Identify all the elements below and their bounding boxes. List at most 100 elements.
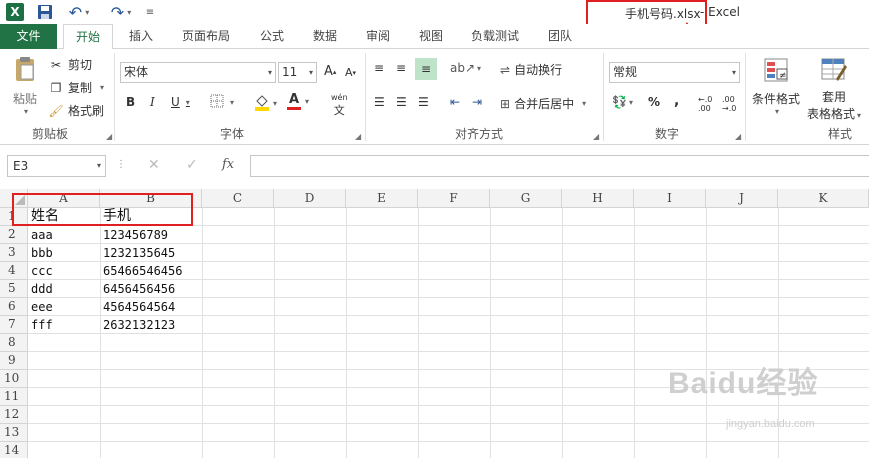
font-name-select[interactable]: 宋体 ▾	[120, 62, 276, 83]
bold-button[interactable]: B	[126, 95, 135, 109]
comma-button[interactable]: ,	[674, 93, 679, 109]
name-box[interactable]: E3 ▾	[7, 155, 106, 177]
format-painter-button[interactable]: 🖌 格式刷	[48, 102, 104, 119]
column-header-f[interactable]: F	[418, 189, 490, 208]
insert-function-button[interactable]: fx	[222, 157, 234, 172]
increase-indent-button[interactable]: ⇥	[472, 95, 482, 109]
redo-icon[interactable]: ↷ ▾	[106, 3, 136, 22]
phonetic-button[interactable]: wén 文	[331, 93, 348, 118]
alignment-launcher-icon[interactable]: ◢	[593, 132, 599, 141]
cell-a2[interactable]: aaa	[28, 226, 53, 244]
column-header-e[interactable]: E	[346, 189, 418, 208]
font-color-button[interactable]: A ▾	[287, 93, 309, 110]
save-icon[interactable]	[36, 3, 54, 21]
font-launcher-icon[interactable]: ◢	[355, 132, 361, 141]
cell-a3[interactable]: bbb	[28, 244, 53, 262]
number-format-select[interactable]: 常规 ▾	[609, 62, 740, 83]
tab-home[interactable]: 开始	[63, 24, 113, 50]
row-header[interactable]: 10	[0, 370, 28, 388]
cell-b2[interactable]: 123456789	[100, 226, 168, 244]
row-header[interactable]: 14	[0, 442, 28, 458]
cut-button[interactable]: ✂ 剪切	[48, 56, 92, 73]
align-top-button[interactable]: ≡	[374, 61, 384, 75]
enter-icon[interactable]: ✓	[186, 157, 198, 173]
chevron-down-icon: ▾	[185, 97, 190, 107]
decrease-indent-button[interactable]: ⇤	[450, 95, 460, 109]
row-header[interactable]: 8	[0, 334, 28, 352]
align-center-button[interactable]: ☰	[396, 95, 407, 109]
decrease-indent-icon: ⇤	[450, 95, 461, 109]
grow-font-button[interactable]: A ▴	[324, 64, 336, 79]
number-launcher-icon[interactable]: ◢	[735, 132, 741, 141]
undo-icon[interactable]: ↶ ▾	[64, 3, 94, 22]
tab-data[interactable]: 数据	[311, 24, 339, 49]
cell-b5[interactable]: 6456456456	[100, 280, 175, 298]
merge-center-button[interactable]: ⊞ 合并后居中 ▾	[500, 95, 586, 112]
column-header-i[interactable]: I	[634, 189, 706, 208]
copy-button[interactable]: ❐ 复制 ▾	[48, 79, 104, 96]
column-header-c[interactable]: C	[202, 189, 274, 208]
wrap-text-button[interactable]: ⇌ 自动换行	[500, 61, 562, 78]
font-group-label: 字体	[220, 127, 245, 141]
customize-qat-icon[interactable]: ≡	[144, 3, 156, 21]
align-left-button[interactable]: ☰	[374, 95, 385, 109]
row-header[interactable]: 2	[0, 226, 28, 244]
shrink-font-button[interactable]: A ▾	[345, 66, 356, 79]
tab-review[interactable]: 审阅	[364, 24, 392, 49]
cell-a4[interactable]: ccc	[28, 262, 53, 280]
column-header-d[interactable]: D	[274, 189, 346, 208]
orientation-button[interactable]: ab↗ ▾	[450, 61, 481, 75]
tab-formulas[interactable]: 公式	[258, 24, 286, 49]
row-header[interactable]: 5	[0, 280, 28, 298]
accounting-format-button[interactable]: 💱 ▾	[612, 95, 633, 109]
tab-insert[interactable]: 插入	[126, 24, 156, 49]
cell-a7[interactable]: fff	[28, 316, 53, 334]
tab-load-test[interactable]: 负载测试	[469, 24, 521, 49]
align-right-button[interactable]: ☰	[418, 95, 429, 109]
conditional-format-button[interactable]: ≠ 条件格式 ▾	[752, 57, 800, 116]
row-header[interactable]: 6	[0, 298, 28, 316]
font-size-select[interactable]: 11 ▾	[278, 62, 317, 83]
row-header[interactable]: 11	[0, 388, 28, 406]
row-header[interactable]: 4	[0, 262, 28, 280]
column-header-g[interactable]: G	[490, 189, 562, 208]
cell-a6[interactable]: eee	[28, 298, 53, 316]
cancel-icon[interactable]: ✕	[148, 157, 160, 173]
tab-file[interactable]: 文件	[0, 24, 57, 49]
column-header-h[interactable]: H	[562, 189, 634, 208]
italic-button[interactable]: I	[150, 95, 155, 109]
cell-b7[interactable]: 2632132123	[100, 316, 175, 334]
cell-b4[interactable]: 65466546456	[100, 262, 182, 280]
row-header[interactable]: 3	[0, 244, 28, 262]
excel-logo-icon[interactable]: X	[6, 3, 24, 21]
align-bottom-button[interactable]: ≡	[415, 58, 437, 80]
ribbon-tabs: 文件 开始 插入 页面布局 公式 数据 审阅 视图 负载测试 团队	[0, 24, 869, 50]
tab-team[interactable]: 团队	[546, 24, 574, 49]
column-header-k[interactable]: K	[778, 189, 869, 208]
group-divider	[603, 53, 604, 141]
row-header[interactable]: 12	[0, 406, 28, 424]
increase-decimal-button[interactable]: ←.0.00	[698, 95, 712, 113]
tab-page-layout[interactable]: 页面布局	[180, 24, 232, 49]
percent-button[interactable]: %	[648, 95, 660, 109]
tab-view[interactable]: 视图	[417, 24, 445, 49]
clipboard-launcher-icon[interactable]: ◢	[106, 132, 112, 141]
resize-handle-icon[interactable]: ⋮	[116, 159, 126, 170]
fill-color-button[interactable]: ▾	[254, 93, 277, 114]
format-as-table-button[interactable]: 套用 表格格式 ▾	[806, 57, 862, 122]
row-header[interactable]: 13	[0, 424, 28, 442]
decrease-decimal-button[interactable]: .00 →.0	[722, 95, 736, 113]
cell-b3[interactable]: 1232135645	[100, 244, 175, 262]
row-header[interactable]: 7	[0, 316, 28, 334]
column-header-j[interactable]: J	[706, 189, 778, 208]
align-middle-icon: ≡	[396, 61, 407, 75]
cell-b6[interactable]: 4564564564	[100, 298, 175, 316]
underline-button[interactable]: U ▾	[171, 95, 190, 109]
formula-input[interactable]	[250, 155, 869, 177]
borders-button[interactable]: ▾	[210, 94, 234, 111]
currency-icon: 💱	[612, 95, 627, 109]
row-header[interactable]: 9	[0, 352, 28, 370]
paste-button[interactable]: 粘贴 ▾	[8, 55, 42, 116]
cell-a5[interactable]: ddd	[28, 280, 53, 298]
align-middle-button[interactable]: ≡	[396, 61, 406, 75]
